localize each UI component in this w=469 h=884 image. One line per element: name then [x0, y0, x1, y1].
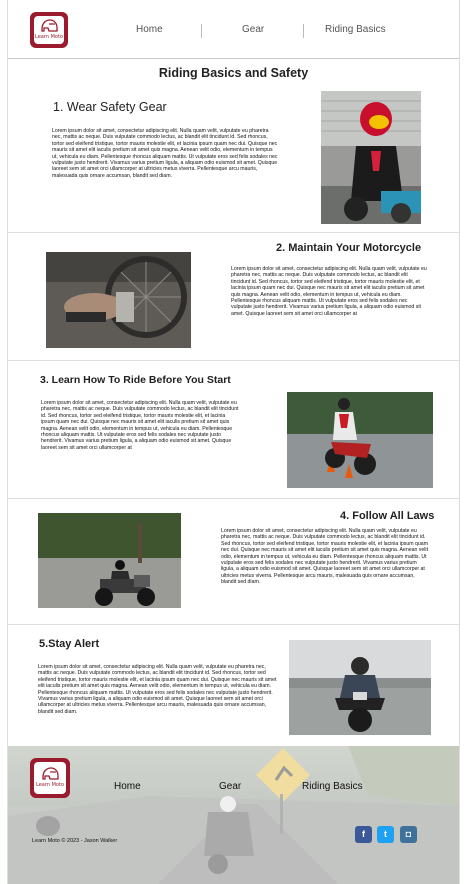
nav-riding-basics[interactable]: Riding Basics — [325, 24, 386, 35]
section-5-body: Lorem ipsum dolor sit amet, consectetur … — [38, 664, 277, 715]
helmet-icon — [41, 19, 58, 32]
footer-logo-text: Learn Moto — [36, 782, 64, 788]
safety-gear-photo — [321, 91, 421, 224]
helmet-icon — [42, 767, 59, 780]
motorcycle-maintenance-photo — [46, 252, 191, 348]
section-divider — [8, 360, 459, 361]
section-4-heading: 4. Follow All Laws — [340, 510, 435, 522]
learning-to-ride-photo — [287, 392, 433, 488]
twitter-icon[interactable]: t — [377, 826, 394, 843]
nav-divider — [201, 24, 202, 38]
section-2-heading: 2. Maintain Your Motorcycle — [276, 242, 422, 254]
section-1-heading: 1. Wear Safety Gear — [53, 100, 167, 114]
footer-nav-home[interactable]: Home — [114, 781, 141, 792]
nav-home[interactable]: Home — [136, 24, 163, 35]
section-2-body: Lorem ipsum dolor sit amet, consectetur … — [231, 266, 427, 317]
footer-logo[interactable]: Learn Moto — [30, 758, 70, 798]
section-4-body: Lorem ipsum dolor sit amet, consectetur … — [221, 528, 429, 586]
section-divider — [8, 232, 459, 233]
facebook-icon[interactable]: f — [355, 826, 372, 843]
footer-nav-riding-basics[interactable]: Riding Basics — [302, 781, 363, 792]
logo-text: Learn Moto — [35, 34, 63, 40]
section-divider — [8, 498, 459, 499]
instagram-icon[interactable]: ◘ — [400, 826, 417, 843]
section-5-heading: 5.Stay Alert — [39, 638, 100, 650]
section-1-body: Lorem ipsum dolor sit amet, consectetur … — [52, 128, 278, 179]
copyright-text: Learn Moto © 2023 - Jason Walker — [32, 838, 118, 844]
section-3-body: Lorem ipsum dolor sit amet, consectetur … — [41, 400, 239, 451]
follow-laws-photo — [38, 513, 181, 608]
site-footer: Learn Moto Home Gear Riding Basics Learn… — [8, 746, 459, 884]
site-logo[interactable]: Learn Moto — [30, 12, 68, 48]
footer-nav-gear[interactable]: Gear — [219, 781, 241, 792]
nav-divider — [303, 24, 304, 38]
site-header: Learn Moto Home Gear Riding Basics — [8, 0, 459, 59]
nav-gear[interactable]: Gear — [242, 24, 264, 35]
page-title: Riding Basics and Safety — [158, 66, 309, 80]
section-3-heading: 3. Learn How To Ride Before You Start — [40, 374, 231, 386]
page-frame: Learn Moto Home Gear Riding Basics Ridin… — [7, 0, 460, 884]
section-divider — [8, 624, 459, 625]
stay-alert-photo — [289, 640, 431, 735]
